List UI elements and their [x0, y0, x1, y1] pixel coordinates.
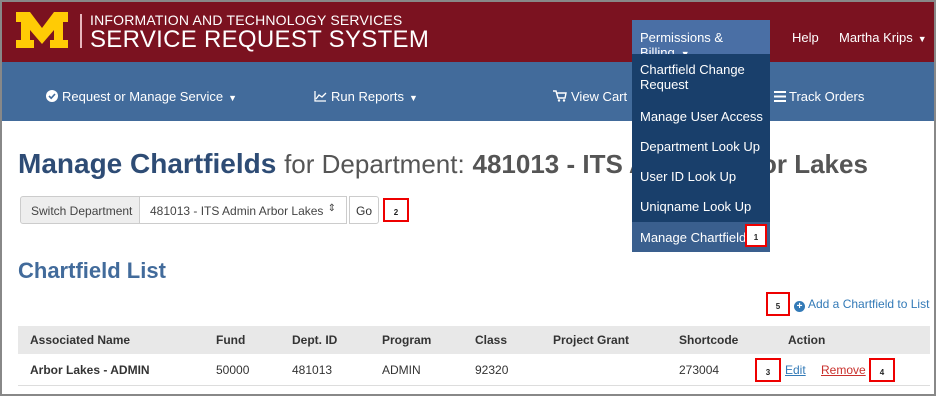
caret-down-icon: ▼ — [228, 93, 238, 103]
cell-fund: 50000 — [216, 363, 250, 377]
user-menu[interactable]: Martha Krips ▼ — [839, 30, 927, 45]
column-header: Project Grant — [553, 333, 630, 347]
column-header: Fund — [216, 333, 246, 347]
check-circle-icon — [46, 90, 58, 102]
permissions-billing-menu[interactable]: Permissions & Billing▼ — [632, 20, 770, 60]
nav-view-cart[interactable]: View Cart — [553, 89, 627, 104]
nav-run-reports[interactable]: Run Reports ▼ — [314, 89, 418, 104]
switch-department-label: Switch Department — [20, 196, 140, 224]
column-header: Dept. ID — [292, 333, 338, 347]
page-title-main: Manage Chartfields — [18, 148, 277, 179]
line-chart-icon — [314, 91, 327, 102]
cell-program: ADMIN — [382, 363, 421, 377]
plus-circle-icon: + — [794, 301, 805, 312]
callout-marker: 4 — [869, 358, 895, 382]
caret-down-icon: ▼ — [408, 93, 418, 103]
remove-link[interactable]: Remove — [821, 363, 866, 377]
callout-marker: 2 — [383, 198, 409, 222]
callout-marker: 1 — [745, 224, 767, 247]
menu-item-department-look-up[interactable]: Department Look Up — [632, 139, 770, 154]
add-chartfield-link[interactable]: + Add a Chartfield to List — [794, 297, 929, 312]
nav-orders-label: Track Orders — [789, 89, 865, 104]
select-arrows-icon: ⇕ — [327, 203, 336, 214]
table-header: Associated Name Fund Dept. ID Program Cl… — [18, 326, 930, 354]
callout-marker: 3 — [755, 358, 781, 382]
column-header: Associated Name — [30, 333, 131, 347]
university-m-logo — [16, 12, 68, 48]
logo-divider — [80, 14, 82, 48]
page-frame: INFORMATION AND TECHNOLOGY SERVICES SERV… — [0, 0, 936, 396]
brand-app-name: SERVICE REQUEST SYSTEM — [90, 26, 430, 53]
cell-associated-name: Arbor Lakes - ADMIN — [30, 363, 150, 377]
cell-shortcode: 273004 — [679, 363, 720, 377]
nav-track-orders[interactable]: Track Orders — [774, 89, 864, 104]
cell-dept-id: 481013 — [292, 363, 333, 377]
menu-item-chartfield-change-request[interactable]: Chartfield Change Request — [632, 62, 770, 92]
permissions-billing-dropdown: Chartfield Change Request Manage User Ac… — [632, 54, 770, 252]
column-header: Class — [475, 333, 508, 347]
top-banner: INFORMATION AND TECHNOLOGY SERVICES SERV… — [2, 2, 934, 62]
department-select-value: 481013 - ITS Admin Arbor Lakes — [150, 204, 324, 218]
menu-item-user-id-look-up[interactable]: User ID Look Up — [632, 169, 770, 184]
page-title-for: for Department: — [284, 149, 465, 179]
table-row: Arbor Lakes - ADMIN 50000 481013 ADMIN 9… — [18, 354, 930, 386]
cart-icon — [553, 90, 567, 102]
user-name: Martha Krips — [839, 30, 913, 45]
nav-reports-label: Run Reports — [331, 89, 404, 104]
list-icon — [774, 91, 786, 102]
department-select[interactable]: 481013 - ITS Admin Arbor Lakes ⇕ — [139, 196, 347, 224]
caret-down-icon: ▼ — [917, 34, 927, 44]
go-button[interactable]: Go — [349, 196, 379, 224]
column-header: Program — [382, 333, 432, 347]
nav-cart-label: View Cart — [571, 89, 628, 104]
nav-request-label: Request or Manage Service — [62, 89, 224, 104]
nav-request-manage-service[interactable]: Request or Manage Service ▼ — [46, 89, 237, 104]
column-header: Action — [788, 333, 826, 347]
main-nav: Request or Manage Service ▼ Run Reports ▼ … — [2, 62, 934, 121]
callout-marker: 5 — [766, 292, 790, 316]
help-link[interactable]: Help — [792, 30, 819, 45]
menu-item-uniqname-look-up[interactable]: Uniqname Look Up — [632, 199, 770, 214]
add-chartfield-label: Add a Chartfield to List — [808, 297, 930, 311]
column-header: Shortcode — [679, 333, 739, 347]
chartfield-list-title: Chartfield List — [18, 258, 166, 283]
edit-link[interactable]: Edit — [785, 363, 806, 377]
cell-class: 92320 — [475, 363, 509, 377]
menu-item-manage-user-access[interactable]: Manage User Access — [632, 109, 770, 124]
